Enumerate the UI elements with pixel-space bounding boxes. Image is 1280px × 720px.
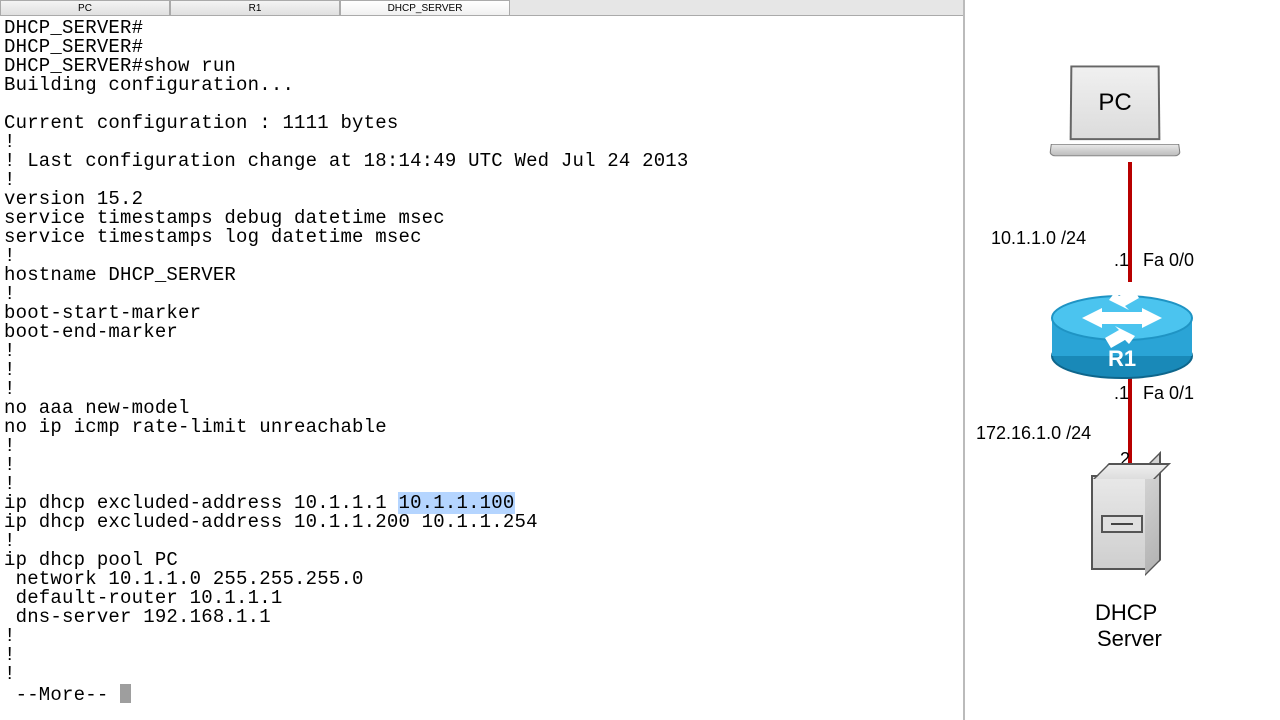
r1-node: R1 (1047, 278, 1197, 388)
pc-screen: PC (1070, 65, 1161, 140)
r1-fa00-ip: .1 (1114, 250, 1129, 271)
tab-bar: PC R1 DHCP_SERVER (0, 0, 963, 16)
terminal-output[interactable]: DHCP_SERVER# DHCP_SERVER# DHCP_SERVER#sh… (0, 16, 963, 720)
tab-r1[interactable]: R1 (170, 0, 340, 15)
r1-fa00-name: Fa 0/0 (1143, 250, 1194, 271)
term-more: --More-- (4, 684, 120, 706)
r1-fa01-name: Fa 0/1 (1143, 383, 1194, 404)
server-label-1: DHCP (1095, 600, 1157, 626)
tab-dhcp-server[interactable]: DHCP_SERVER (340, 0, 510, 15)
terminal-lines: DHCP_SERVER# DHCP_SERVER# DHCP_SERVER#sh… (4, 17, 689, 495)
pc-base (1049, 144, 1181, 156)
router-icon: R1 (1047, 278, 1197, 388)
svg-text:R1: R1 (1108, 346, 1136, 371)
dhcp-server-node (1091, 475, 1149, 570)
net2-label: 172.16.1.0 /24 (976, 423, 1091, 444)
terminal-tail: ! ip dhcp pool PC network 10.1.1.0 255.2… (4, 530, 364, 685)
terminal-panel: PC R1 DHCP_SERVER DHCP_SERVER# DHCP_SERV… (0, 0, 965, 720)
term-excl2: ip dhcp excluded-address 10.1.1.200 10.1… (4, 511, 538, 533)
network-diagram: PC 10.1.1.0 /24 .1 Fa 0/0 R1 .1 Fa 0/1 1 (965, 50, 1280, 720)
server-label-2: Server (1097, 626, 1162, 652)
tab-pc[interactable]: PC (0, 0, 170, 15)
pc-label: PC (1098, 89, 1131, 117)
r1-fa01-ip: .1 (1114, 383, 1129, 404)
server-slot-icon (1101, 515, 1143, 533)
terminal-cursor (120, 684, 131, 703)
topology-panel: PC 10.1.1.0 /24 .1 Fa 0/0 R1 .1 Fa 0/1 1 (965, 0, 1280, 720)
pc-node: PC (1070, 65, 1180, 158)
server-icon (1091, 475, 1149, 570)
net1-label: 10.1.1.0 /24 (991, 228, 1086, 249)
